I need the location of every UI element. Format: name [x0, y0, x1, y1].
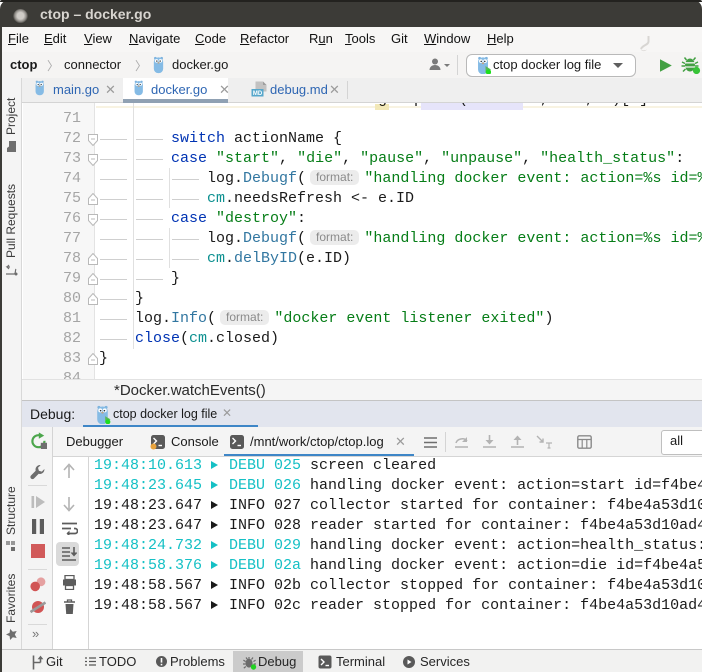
svg-text:MD: MD [253, 91, 263, 97]
